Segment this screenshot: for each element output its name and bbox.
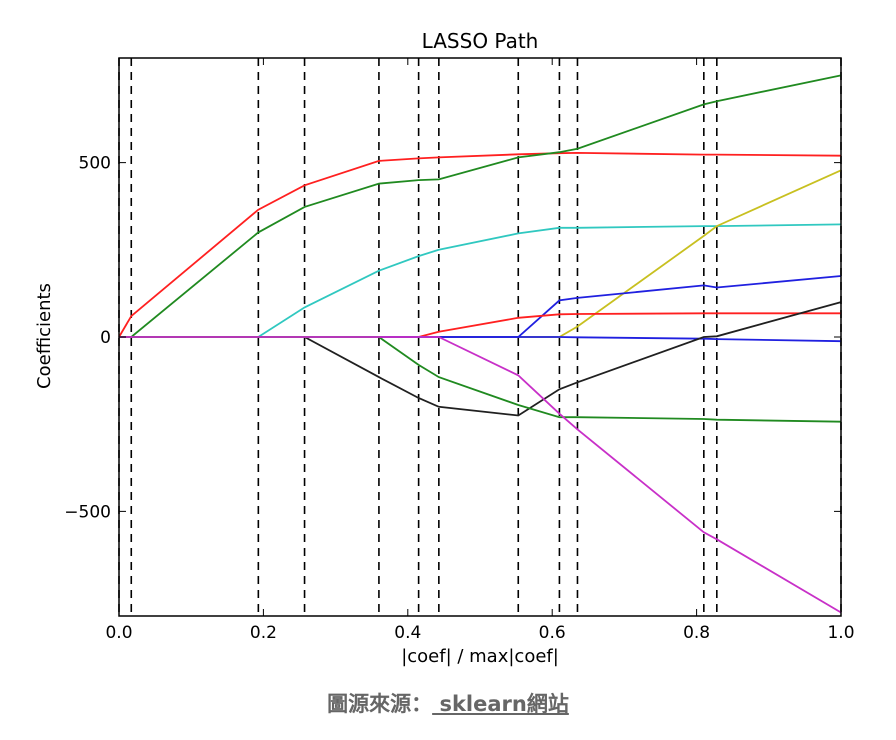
- coefficient-series-3: [119, 169, 842, 338]
- coefficient-series-7: [119, 301, 842, 417]
- x-tick-label: 0.8: [683, 623, 710, 643]
- x-axis-label: |coef| / max|coef|: [401, 646, 559, 667]
- coefficient-series-8: [119, 336, 842, 423]
- x-tick-label: 1.0: [827, 623, 854, 643]
- series-lines: [118, 74, 842, 614]
- y-tick-label: −500: [64, 502, 111, 522]
- coefficient-series-5: [119, 312, 841, 338]
- lasso-path-chart: 0.0 0.2 0.4 0.6 0.8 1.0 500 0 −500 LASSO Path |c…: [34, 29, 855, 667]
- coefficient-series-2: [119, 223, 842, 338]
- coefficient-series-9: [119, 336, 842, 614]
- x-tick-label: 0.4: [394, 623, 421, 643]
- axis-ticks: 0.0 0.2 0.4 0.6 0.8 1.0 500 0 −500: [64, 58, 855, 643]
- x-tick-label: 0.6: [539, 623, 566, 643]
- chart-title: LASSO Path: [422, 29, 539, 53]
- x-tick-label: 0.2: [250, 623, 277, 643]
- y-tick-label: 0: [100, 328, 111, 348]
- caption-prefix: 圖源來源：: [327, 692, 433, 716]
- y-tick-label: 500: [79, 154, 111, 174]
- coefficient-series-0: [118, 151, 842, 338]
- figure-caption: 圖源來源： sklearn網站: [0, 688, 896, 718]
- coefficient-series-1: [119, 74, 842, 338]
- y-axis-label: Coefficients: [34, 283, 55, 389]
- source-link[interactable]: sklearn網站: [432, 692, 568, 716]
- x-tick-label: 0.0: [105, 623, 132, 643]
- coefficient-series-4: [119, 275, 842, 338]
